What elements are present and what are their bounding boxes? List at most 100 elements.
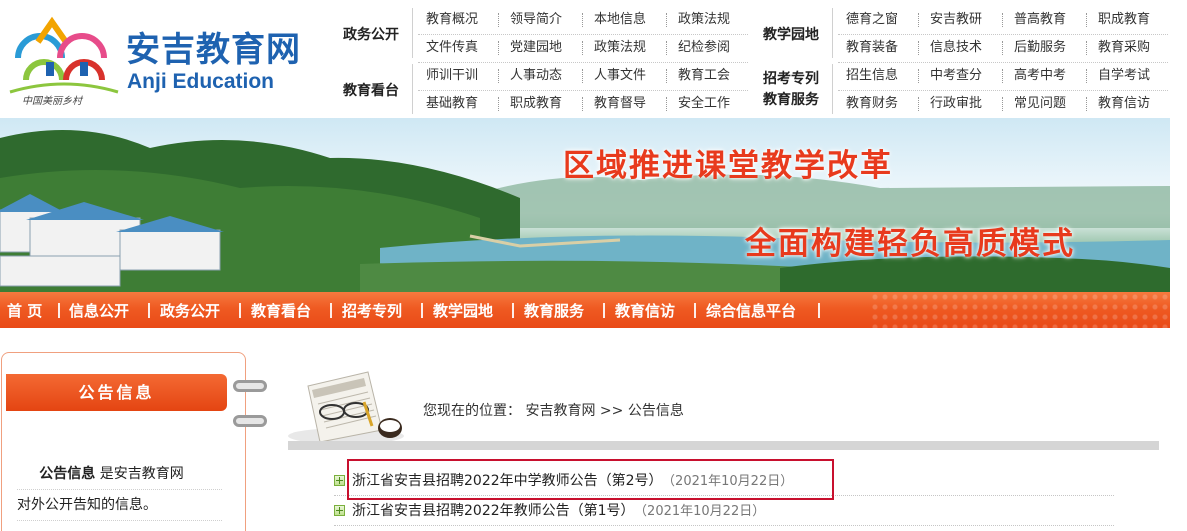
breadcrumb-prefix: 您现在的位置： — [423, 403, 521, 419]
breadcrumb: 您现在的位置： 安吉教育网 >> 公告信息 — [423, 400, 684, 420]
content-divider-bar — [288, 441, 1159, 450]
top-nav-link[interactable]: 职成教育 — [1098, 10, 1150, 30]
top-nav-link[interactable]: 领导简介 — [510, 10, 562, 30]
logo-subtitle: 中国美丽乡村 — [22, 96, 82, 107]
top-nav-link[interactable]: 教育装备 — [846, 38, 898, 58]
sidebar-title-bar: 公告信息 — [6, 374, 227, 411]
mainnav-sep — [239, 303, 241, 318]
nav-group-kantai[interactable]: 教育看台 — [338, 79, 404, 103]
list-item[interactable]: 浙江省安吉县招聘2022年教师公告（第1号） （2021年10月22日） — [334, 496, 1114, 526]
nav-row-divider — [418, 34, 748, 35]
top-nav-link[interactable]: 职成教育 — [510, 94, 562, 114]
nav-divider — [412, 8, 413, 58]
top-nav-link[interactable]: 教育概况 — [426, 10, 478, 30]
top-nav-link[interactable]: 政策法规 — [678, 10, 730, 30]
top-nav-link[interactable]: 党建园地 — [510, 38, 562, 58]
breadcrumb-sep: >> — [599, 403, 624, 419]
mainnav-sep — [58, 303, 60, 318]
top-nav-link[interactable]: 师训干训 — [426, 66, 478, 86]
top-nav-sep — [666, 41, 667, 55]
top-nav-link[interactable]: 高考中考 — [1014, 66, 1066, 86]
mainnav-item-jiaoyufuwu[interactable]: 教育服务 — [524, 292, 584, 328]
mainnav-item-zhaokaozhuanlie[interactable]: 招考专列 — [342, 292, 402, 328]
expand-plus-icon — [334, 505, 345, 516]
top-nav-link[interactable]: 安全工作 — [678, 94, 730, 114]
top-nav-link[interactable]: 自学考试 — [1098, 66, 1150, 86]
breadcrumb-home-link[interactable]: 安吉教育网 — [525, 403, 595, 419]
binder-ring-icon — [233, 380, 267, 392]
top-nav-sep — [582, 41, 583, 55]
top-nav-sep — [918, 97, 919, 111]
nav-divider — [412, 64, 413, 114]
top-nav-link[interactable]: 人事动态 — [510, 66, 562, 86]
top-nav-link[interactable]: 常见问题 — [1014, 94, 1066, 114]
page-margin — [1170, 292, 1187, 328]
mainnav-sep — [603, 303, 605, 318]
top-nav-link[interactable]: 普高教育 — [1014, 10, 1066, 30]
mainnav-item-jiaoyukantai[interactable]: 教育看台 — [251, 292, 311, 328]
top-nav-link[interactable]: 招生信息 — [846, 66, 898, 86]
top-nav-sep — [498, 97, 499, 111]
nav-group-zhengwu[interactable]: 政务公开 — [338, 23, 404, 47]
nav-row-divider — [838, 34, 1168, 35]
binder-ring-icon — [233, 415, 267, 427]
sidebar-panel: 公告信息 公告信息 是安吉教育网 对外公开告知的信息。 — [1, 352, 267, 531]
top-nav-link[interactable]: 教育工会 — [678, 66, 730, 86]
top-nav-link[interactable]: 安吉教研 — [930, 10, 982, 30]
list-item-title[interactable]: 浙江省安吉县招聘2022年教师公告（第1号） — [352, 503, 635, 519]
logo-title-cn: 安吉教育网 — [126, 30, 301, 70]
nav-group-zhaokao[interactable]: 招考专列 — [758, 70, 824, 88]
mainnav-item-jiaoxueyuandi[interactable]: 教学园地 — [433, 292, 493, 328]
logo-title-en: Anji Education — [127, 70, 274, 93]
nav-group-yuandi[interactable]: 教学园地 — [758, 23, 824, 47]
sidebar-description-text: 是安吉教育网 — [95, 466, 184, 482]
top-nav-link[interactable]: 本地信息 — [594, 10, 646, 30]
main-nav-pattern — [870, 292, 1170, 328]
mainnav-item-zonghexinxi[interactable]: 综合信息平台 — [706, 292, 796, 328]
top-nav-sep — [666, 97, 667, 111]
mainnav-item-xinxigongkai[interactable]: 信息公开 — [69, 292, 129, 328]
top-nav-link[interactable]: 人事文件 — [594, 66, 646, 86]
nav-divider — [832, 64, 833, 114]
sidebar-description: 公告信息 是安吉教育网 对外公开告知的信息。 — [17, 459, 222, 521]
nav-divider — [832, 8, 833, 58]
nav-group-fuwu[interactable]: 教育服务 — [758, 91, 824, 109]
top-nav-link[interactable]: 纪检参阅 — [678, 38, 730, 58]
hero-banner: 区域推进课堂教学改革 全面构建轻负高质模式 — [0, 118, 1170, 292]
top-nav-sep — [1086, 13, 1087, 27]
mainnav-sep — [421, 303, 423, 318]
top-nav-sep — [1086, 97, 1087, 111]
mainnav-item-zhengwugongkai[interactable]: 政务公开 — [160, 292, 220, 328]
top-nav-link[interactable]: 后勤服务 — [1014, 38, 1066, 58]
top-nav-link[interactable]: 基础教育 — [426, 94, 478, 114]
breadcrumb-current: 公告信息 — [627, 403, 684, 419]
sidebar-description-line: 公告信息 是安吉教育网 — [17, 459, 222, 490]
top-nav-link[interactable]: 政策法规 — [594, 38, 646, 58]
mainnav-sep — [330, 303, 332, 318]
mainnav-item-jiaoyuxinfang[interactable]: 教育信访 — [615, 292, 675, 328]
mainnav-sep — [694, 303, 696, 318]
top-nav-sep — [1002, 41, 1003, 55]
top-nav-link[interactable]: 教育财务 — [846, 94, 898, 114]
top-nav-link[interactable]: 中考查分 — [930, 66, 982, 86]
top-nav-sep — [666, 13, 667, 27]
nav-row-divider — [418, 90, 748, 91]
top-nav-sep — [582, 69, 583, 83]
top-nav-link[interactable]: 教育督导 — [594, 94, 646, 114]
top-nav-link[interactable]: 文件传真 — [426, 38, 478, 58]
sidebar-title: 公告信息 — [78, 383, 155, 402]
site-logo[interactable]: 安吉教育网 Anji Education 中国美丽乡村 — [0, 0, 320, 118]
sidebar-description-text: 对外公开告知的信息。 — [17, 497, 157, 513]
top-nav-link[interactable]: 信息技术 — [930, 38, 982, 58]
content-header: 您现在的位置： 安吉教育网 >> 公告信息 — [280, 352, 1160, 450]
top-nav-link[interactable]: 教育信访 — [1098, 94, 1150, 114]
top-nav-link[interactable]: 行政审批 — [930, 94, 982, 114]
top-nav-link[interactable]: 教育采购 — [1098, 38, 1150, 58]
expand-plus-icon — [334, 475, 345, 486]
top-nav-link[interactable]: 德育之窗 — [846, 10, 898, 30]
mainnav-item-home[interactable]: 首 页 — [7, 292, 42, 328]
top-nav-sep — [498, 13, 499, 27]
top-nav-sep — [582, 97, 583, 111]
page-margin — [1170, 118, 1187, 292]
top-nav-sep — [1002, 69, 1003, 83]
